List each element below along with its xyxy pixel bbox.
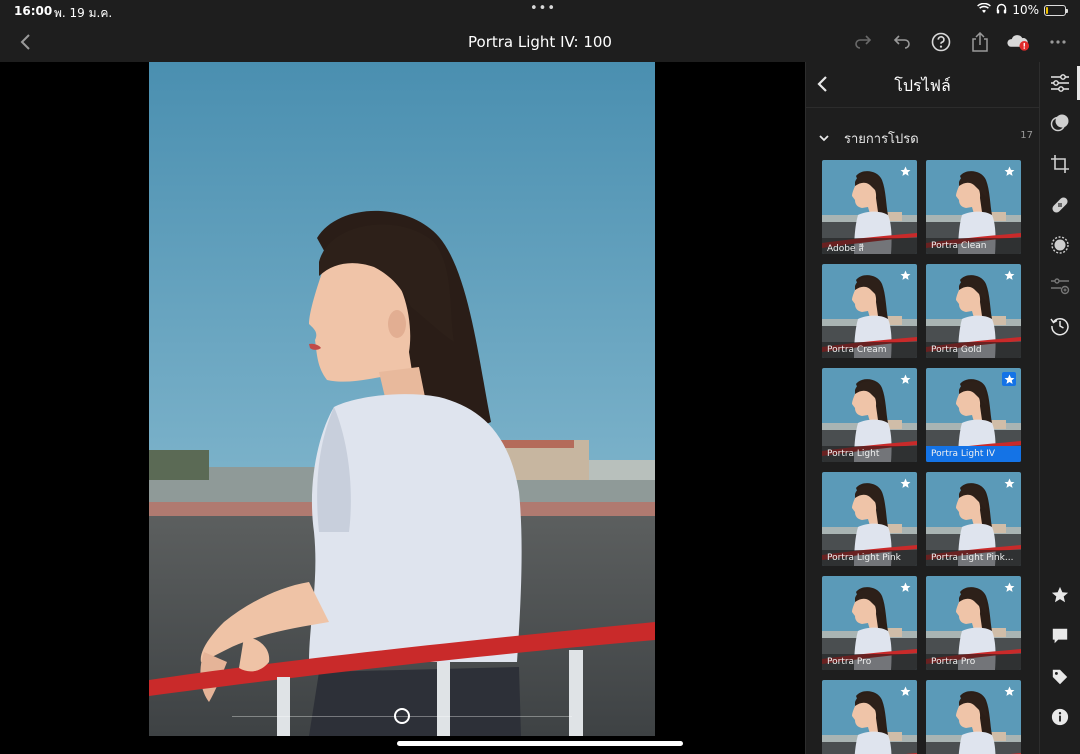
- favorite-star-icon[interactable]: [1002, 684, 1016, 698]
- profile-tile[interactable]: Adobe สี: [822, 160, 917, 254]
- favorite-star-icon[interactable]: [898, 372, 912, 386]
- top-nav-bar: Portra Light IV: 100: [0, 22, 1080, 62]
- battery-percent: 10%: [1012, 3, 1039, 17]
- favorite-star-icon[interactable]: [898, 268, 912, 282]
- comment-icon[interactable]: [1048, 624, 1072, 648]
- panel-header: โปรไฟล์: [806, 62, 1039, 108]
- profile-tile[interactable]: Portra Cream: [822, 264, 917, 358]
- profile-tile[interactable]: Portra Light: [822, 368, 917, 462]
- edited-photo[interactable]: [149, 62, 655, 736]
- status-date: พ. 19 ม.ค.: [54, 6, 113, 20]
- profile-panel: โปรไฟล์ รายการโปรด 17 Adobe สี Portra Cl…: [805, 62, 1039, 754]
- panel-title: โปรไฟล์: [894, 76, 951, 95]
- more-icon[interactable]: [1045, 30, 1070, 54]
- profile-tile[interactable]: Portra Light IV: [926, 368, 1021, 462]
- undo-icon[interactable]: [889, 30, 914, 54]
- healing-bandage-icon[interactable]: [1048, 193, 1072, 217]
- profile-label: Portra Light Pink: [822, 550, 917, 566]
- home-indicator[interactable]: [397, 741, 683, 746]
- profile-label: Portra Light: [822, 446, 917, 462]
- tag-icon[interactable]: [1048, 665, 1072, 689]
- info-icon[interactable]: [1048, 705, 1072, 729]
- status-bar: 16:00 พ. 19 ม.ค. ••• 10%: [0, 0, 1080, 22]
- profile-tile[interactable]: Portra Clean: [926, 160, 1021, 254]
- wifi-icon: [977, 2, 992, 17]
- profile-grid: Adobe สี Portra Clean Portra Cream Portr…: [822, 160, 1022, 754]
- profile-label: Portra Light IV: [926, 446, 1021, 462]
- favorite-star-icon[interactable]: [898, 164, 912, 178]
- favorite-star-icon[interactable]: [898, 580, 912, 594]
- edit-sliders-icon[interactable]: [1048, 71, 1072, 95]
- profile-label: Portra Pro: [822, 654, 917, 670]
- cloud-sync-alert-icon[interactable]: [1006, 30, 1031, 54]
- tool-rail: [1039, 62, 1080, 754]
- headphones-icon: [996, 3, 1007, 17]
- share-icon[interactable]: [967, 30, 992, 54]
- profile-label: Portra Light Pink...: [926, 550, 1021, 566]
- profile-tile[interactable]: Portra Pro: [822, 576, 917, 670]
- favorite-star-icon[interactable]: [1002, 476, 1016, 490]
- profile-label: Adobe สี: [822, 238, 917, 254]
- scrubber-handle[interactable]: [394, 708, 410, 724]
- favorite-star-icon[interactable]: [898, 684, 912, 698]
- profile-tile[interactable]: Portra Gold: [926, 264, 1021, 358]
- profile-tile[interactable]: Portra Pro: [926, 576, 1021, 670]
- favorite-star-icon[interactable]: [1002, 268, 1016, 282]
- profile-label: Portra Cream: [822, 342, 917, 358]
- selective-adjust-icon[interactable]: [1048, 274, 1072, 298]
- favorite-star-icon[interactable]: [1002, 372, 1016, 386]
- profile-tile[interactable]: [926, 680, 1021, 754]
- profile-label: Portra Pro: [926, 654, 1021, 670]
- multitask-dots-icon[interactable]: •••: [530, 1, 556, 16]
- photo-viewer[interactable]: [0, 62, 805, 754]
- favorite-star-icon[interactable]: [898, 476, 912, 490]
- chevron-down-icon: [818, 129, 830, 148]
- favorites-section-label: รายการโปรด: [844, 132, 919, 147]
- masking-icon[interactable]: [1048, 233, 1072, 257]
- battery-icon: [1044, 4, 1068, 16]
- crop-icon[interactable]: [1048, 152, 1072, 176]
- history-icon[interactable]: [1048, 314, 1072, 338]
- profile-tile[interactable]: Portra Light Pink...: [926, 472, 1021, 566]
- help-icon[interactable]: [928, 30, 953, 54]
- favorites-count: 17: [1020, 130, 1033, 141]
- favorites-section-header[interactable]: รายการโปรด 17: [806, 120, 1039, 156]
- profile-tile[interactable]: Portra Light Pink: [822, 472, 917, 566]
- profile-tile[interactable]: [822, 680, 917, 754]
- favorite-star-icon[interactable]: [1002, 164, 1016, 178]
- presets-icon[interactable]: [1048, 111, 1072, 135]
- profile-label: Portra Gold: [926, 342, 1021, 358]
- favorite-star-icon[interactable]: [1002, 580, 1016, 594]
- status-time: 16:00: [14, 4, 53, 18]
- redo-icon[interactable]: [850, 30, 875, 54]
- star-rating-icon[interactable]: [1048, 583, 1072, 607]
- profile-label: Portra Clean: [926, 238, 1021, 254]
